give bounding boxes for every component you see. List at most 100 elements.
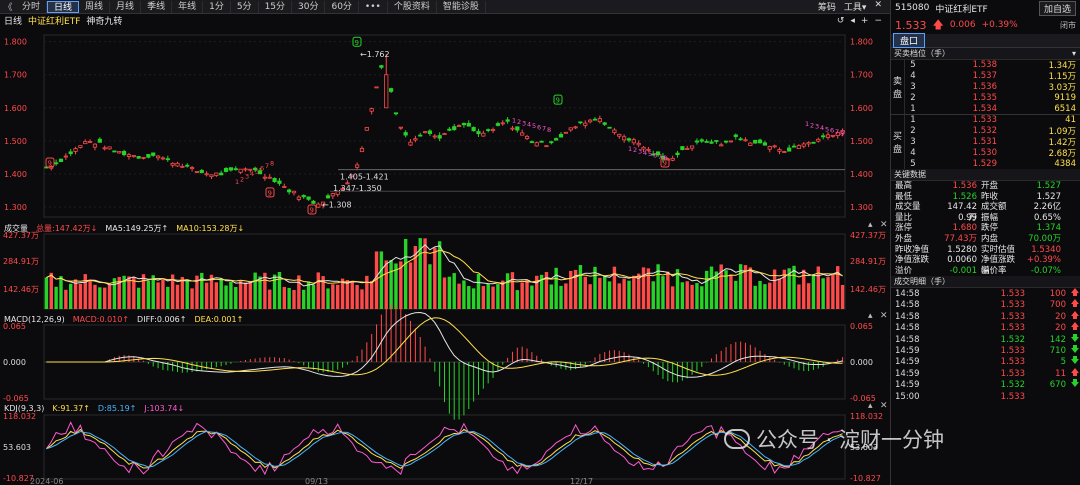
chevron-down-icon[interactable]: ▾ — [1072, 49, 1076, 58]
candle-body — [422, 131, 428, 134]
tab-1[interactable]: 日线 — [47, 0, 80, 13]
volume-bar — [564, 283, 568, 309]
seq-digit: 8 — [663, 154, 667, 162]
volume-bar — [340, 278, 345, 309]
tab-3[interactable]: 月线 — [110, 0, 142, 13]
ticks-title[interactable]: 成交明细（手） — [891, 276, 1080, 289]
kd-label: 昨收净值 — [895, 244, 930, 255]
tab-0[interactable]: 分时 — [16, 0, 48, 13]
toolbar-right-2[interactable]: ✕ — [874, 0, 882, 13]
price-frame — [43, 34, 846, 218]
tab-9[interactable]: 30分 — [292, 0, 326, 13]
candle-body — [549, 141, 554, 144]
tick-row[interactable]: 14:59 1.532 670 🡇 — [891, 379, 1080, 390]
kd-label: 最高 — [895, 180, 913, 191]
key-data-grid: 最高 1.536 开盘 1.527 最低 1.526 昨收 1.527 成交量 147.42万 成交… — [891, 181, 1080, 276]
tick-row[interactable]: 14:58 1.532 142 🡇 — [891, 334, 1080, 345]
bids-row[interactable]: 2 1.532 1.09万 — [905, 126, 1080, 137]
tab-4[interactable]: 季线 — [141, 0, 173, 13]
tick-row[interactable]: 14:58 1.533 20 🡅 — [891, 311, 1080, 322]
seq-digit: 1 — [628, 145, 632, 153]
tick-row[interactable]: 14:59 1.533 11 🡅 — [891, 368, 1080, 379]
bids-row[interactable]: 3 1.531 1.42万 — [905, 137, 1080, 148]
bids-row[interactable]: 5 1.529 4384 — [905, 158, 1080, 169]
back-icon[interactable]: 《 — [0, 0, 16, 13]
toolbar-right-0[interactable]: 筹码 — [818, 0, 836, 13]
price-change: 0.006 — [949, 20, 976, 30]
asks-row[interactable]: 3 1.536 3.03万 — [905, 82, 1080, 93]
add-watchlist-button[interactable]: 加自选 — [1038, 0, 1076, 16]
chart-ctrl-1[interactable]: ◂ — [850, 16, 855, 26]
candle-body — [330, 193, 335, 197]
kd-value: 2.26亿 — [1033, 202, 1061, 213]
candle-body — [277, 180, 282, 184]
tick-row[interactable]: 15:00 1.533 — [891, 391, 1080, 402]
macd-diff: DIFF:0.006↑ — [137, 315, 187, 324]
tab-7[interactable]: 5分 — [231, 0, 259, 13]
security-name[interactable]: 中证红利ETF — [28, 14, 80, 27]
chart-ctrl-2[interactable]: + — [861, 16, 869, 26]
asks-row[interactable]: 4 1.537 1.15万 — [905, 71, 1080, 82]
volume-bar — [151, 275, 155, 309]
volume-bar — [442, 277, 447, 309]
seq-digit: 2 — [633, 146, 637, 154]
volume-bar — [758, 280, 762, 309]
tab-10[interactable]: 60分 — [325, 0, 359, 13]
tick-row[interactable]: 14:58 1.533 100 🡅 — [891, 288, 1080, 299]
chart-ctrl-3[interactable]: − — [874, 16, 882, 26]
tick-row[interactable]: 14:58 1.533 700 🡅 — [891, 299, 1080, 311]
kd-label: 成交额 — [981, 202, 1007, 213]
kdj-tick-left: 118.032 — [3, 412, 36, 421]
tab-pankou[interactable]: 盘口 — [893, 33, 926, 48]
asks-row[interactable]: 2 1.535 9119 — [905, 92, 1080, 103]
candle-body — [675, 152, 680, 155]
volume-bar — [93, 284, 97, 309]
tick-volume: 670 — [1049, 380, 1066, 391]
asks-row[interactable]: 1 1.534 6514 — [905, 103, 1080, 114]
kd-label: 跌停 — [981, 223, 999, 234]
seq-digit: 4 — [527, 121, 531, 129]
side-tabbar: 盘口 — [891, 33, 1080, 48]
tick-row[interactable]: 14:58 1.533 20 🡅 — [891, 322, 1080, 333]
tick-row[interactable]: 14:59 1.533 5 🡇 — [891, 356, 1080, 368]
volume-bar — [569, 270, 573, 309]
key-data-title[interactable]: 关键数据 — [891, 168, 1080, 181]
tab-13[interactable]: 智能诊股 — [437, 0, 486, 13]
tick-time: 14:58 — [895, 323, 920, 334]
tab-11[interactable]: ••• — [359, 0, 388, 13]
level: 5 — [910, 60, 916, 71]
volume-bar — [685, 281, 689, 309]
asks-row[interactable]: 5 1.538 1.34万 — [905, 60, 1080, 71]
tab-5[interactable]: 年线 — [172, 0, 204, 13]
volume-bar — [641, 267, 646, 309]
tab-6[interactable]: 1分 — [203, 0, 231, 13]
orderbook-title[interactable]: 买卖档位（手） ▾ — [891, 48, 1080, 60]
tick-list[interactable]: 14:58 1.533 100 🡅 14:58 1.533 700 🡅 14:58 1.533 20… — [891, 288, 1080, 402]
volume-bar — [287, 287, 291, 309]
toolbar-right-1[interactable]: 工具▾ — [844, 0, 867, 13]
bids-row[interactable]: 1 1.533 41 — [905, 115, 1080, 126]
tick-time: 14:58 — [895, 289, 920, 299]
indicator-name[interactable]: 神奇九转 — [86, 14, 122, 27]
tab-8[interactable]: 15分 — [259, 0, 293, 13]
volume-bar — [598, 277, 602, 309]
tick-row[interactable]: 14:59 1.533 710 🡇 — [891, 345, 1080, 356]
volume: 9119 — [1054, 92, 1076, 103]
seq-digit: 1 — [235, 178, 239, 186]
volume-bar — [107, 284, 112, 309]
volume-label: 成交量 — [4, 224, 28, 233]
kd-label: 净值涨跌幅 — [981, 255, 1016, 276]
candle-body — [592, 118, 598, 121]
seq-digit: 7 — [265, 162, 269, 170]
kline-chart[interactable]: 1.800 1.800 1.700 1.700 1.600 1.600 1.500 1.500… — [0, 27, 890, 485]
bids-row[interactable]: 4 1.530 2.68万 — [905, 147, 1080, 159]
chart-ctrl-0[interactable]: ↺ — [837, 16, 845, 26]
tab-2[interactable]: 周线 — [79, 0, 111, 13]
kd-value: 1.526 — [952, 191, 977, 202]
kline-chart-svg[interactable]: 1.800 1.800 1.700 1.700 1.600 1.600 1.500 1.500… — [0, 27, 890, 485]
tab-12[interactable]: 个股资料 — [388, 0, 437, 13]
kd-value: 1.680 — [952, 223, 977, 234]
level: 2 — [910, 92, 916, 103]
volume-bar — [336, 284, 340, 309]
buy-label-2: 盘 — [892, 144, 902, 155]
